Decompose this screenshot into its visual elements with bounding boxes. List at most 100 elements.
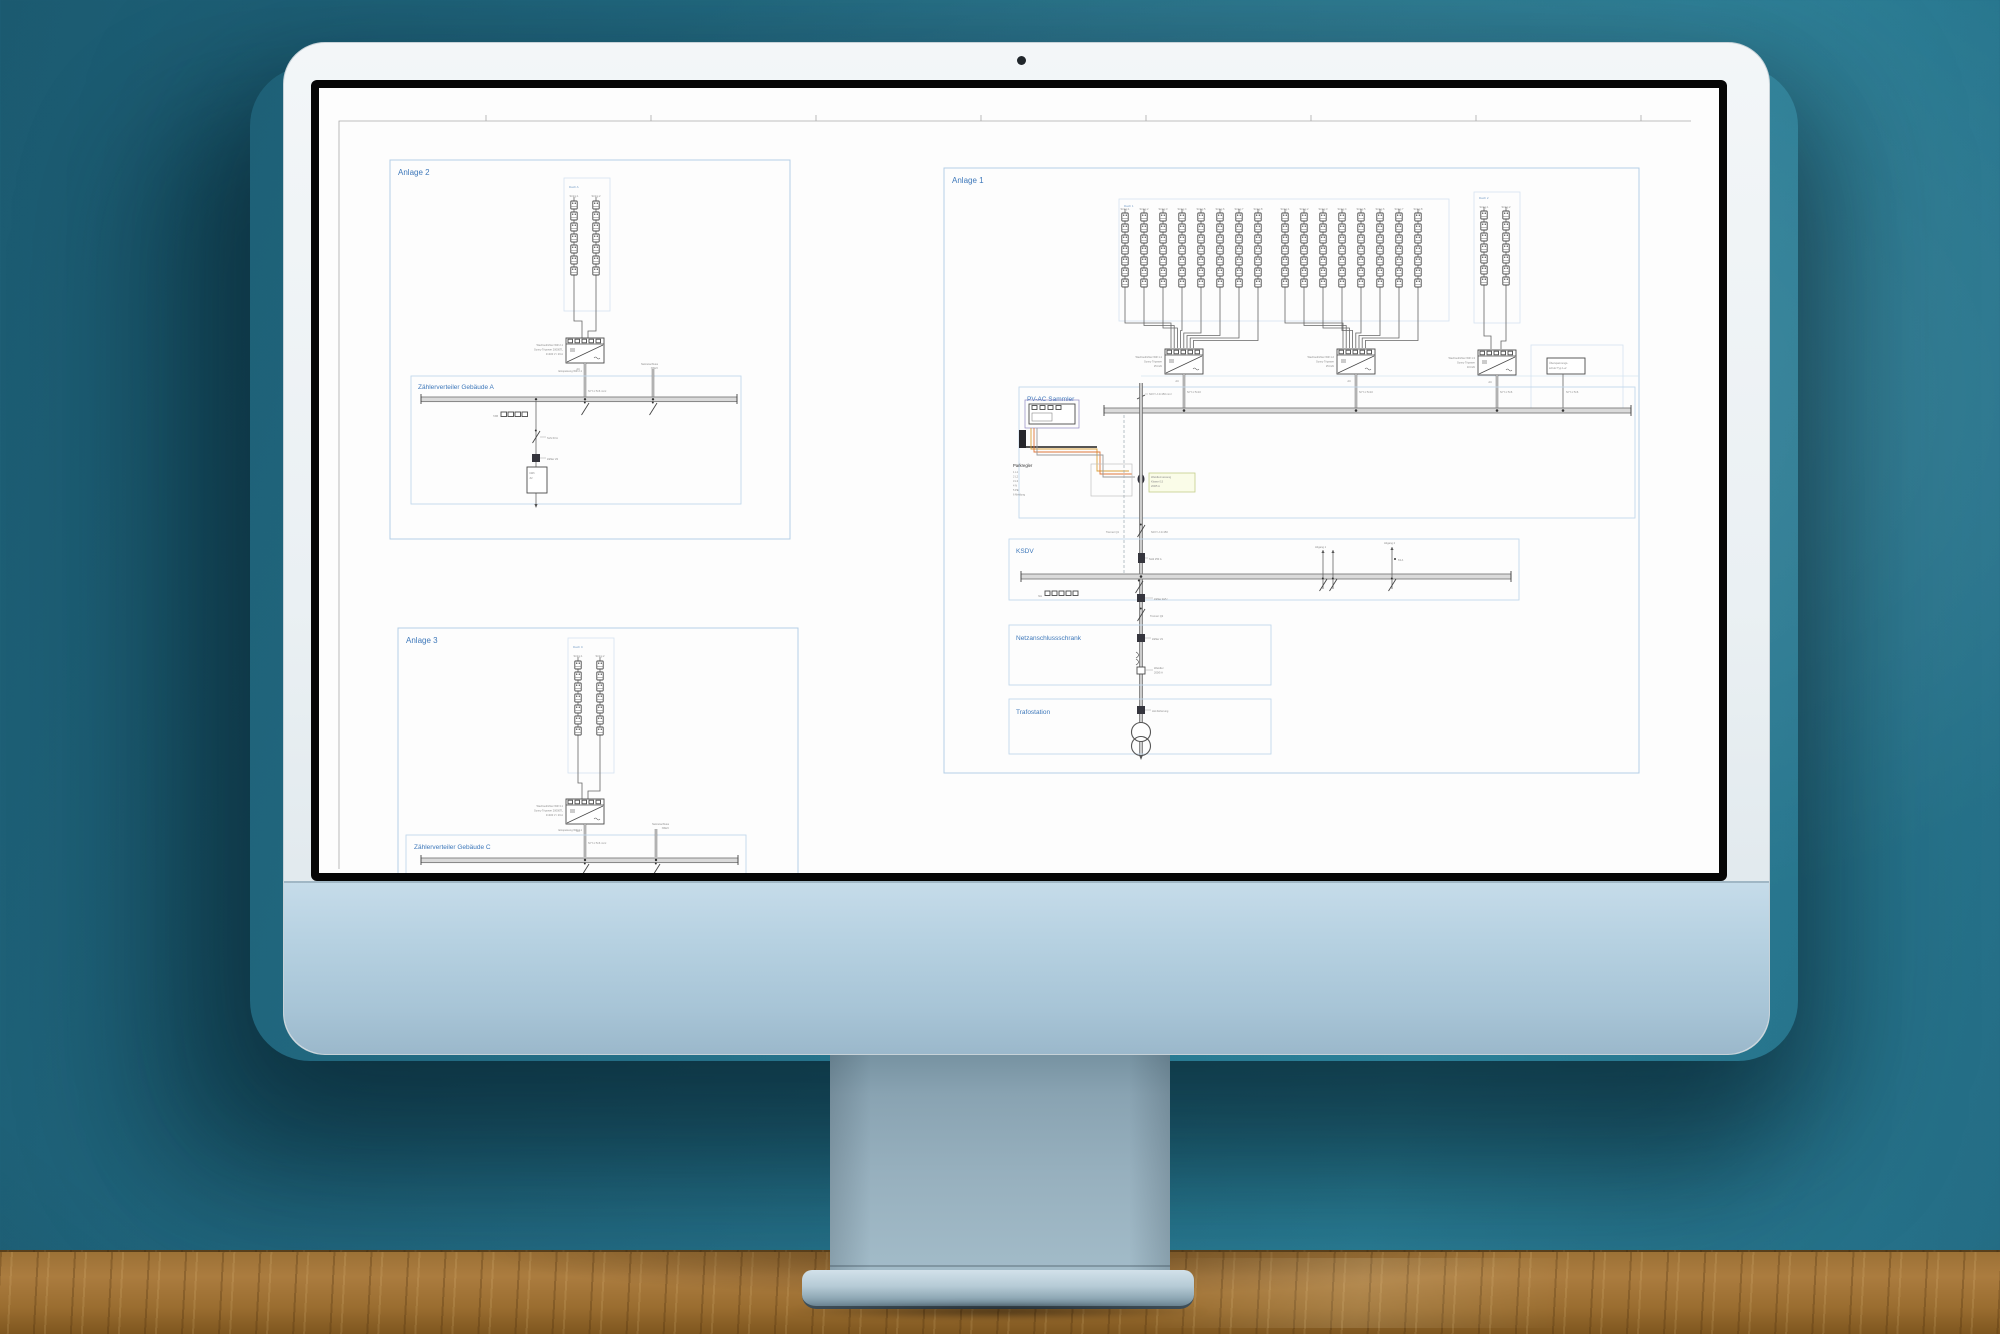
ksdv-taps: Abgang 1 Abgang 2 63 A — [1315, 541, 1403, 591]
surge-protection-note: Überspannungs- schutz Typ 1+2 NYY-J 5×6 — [1547, 358, 1585, 408]
anlage-2-section: Anlage 2 Dach A String 1 String 2 Wechse… — [390, 160, 790, 539]
feed-label: Einspeisung WR 2.1 — [559, 369, 583, 373]
device-label: Parkregler — [1013, 463, 1033, 468]
inverter-label: 3×400 V / 29 A — [546, 813, 563, 817]
string-group-1: String 1 String 2 String 3 String 4 Stri… — [1121, 207, 1263, 348]
svg-text:Trenner Q1: Trenner Q1 — [1106, 530, 1120, 534]
tab-label: TAB — [493, 414, 498, 418]
svg-text:Wechselrichter WR 1.3: Wechselrichter WR 1.3 — [1449, 356, 1476, 360]
grid-label: Netzanschluss — [641, 362, 659, 366]
svg-text:Abgang 2: Abgang 2 — [1384, 541, 1396, 545]
svg-text:200/5 A: 200/5 A — [1154, 671, 1163, 675]
svg-text:Abgang 1: Abgang 1 — [1315, 545, 1327, 549]
ac-cable-label: NYY-J 5×6 mm² — [588, 389, 606, 393]
string-group-3 — [1481, 207, 1509, 349]
zaehlerverteiler-a: Zählerverteiler Gebäude A Einspeisung WR… — [411, 362, 741, 508]
inverter-label: Sunny Tripower 20000TL — [534, 348, 564, 352]
svg-text:NH: NH — [1038, 594, 1042, 598]
inverter-symbol — [1337, 349, 1375, 374]
grid-label: Netzanschluss — [652, 822, 670, 826]
svg-text:Trenner Q2: Trenner Q2 — [1150, 614, 1164, 618]
pv-ac-sammler: PV-AC Sammler Parkregler 1 L1 2 L2 3 L3 … — [1013, 387, 1635, 518]
desk-light-reflection — [1150, 1258, 1570, 1328]
zv-c-title: Zählerverteiler Gebäude C — [414, 844, 491, 851]
grid-label: NSHV — [662, 826, 669, 830]
svg-text:HH-Sicherung: HH-Sicherung — [1152, 709, 1169, 713]
svg-text:2 L2: 2 L2 — [1013, 475, 1019, 479]
svg-text:10 kVA: 10 kVA — [1467, 365, 1475, 369]
pv-string-chains — [571, 197, 599, 338]
svg-text:Klasse 0,5: Klasse 0,5 — [1151, 480, 1164, 484]
svg-text:Wandlermessung: Wandlermessung — [1151, 475, 1172, 479]
webcam-dot — [1017, 56, 1026, 65]
stand-foot-shadow — [786, 1303, 1210, 1319]
inverter-symbol — [566, 799, 604, 824]
anlage-3-title: Anlage 3 — [406, 636, 438, 645]
inverter-label: Wechselrichter WR 2.1 — [537, 343, 564, 347]
svg-text:NAYY-J 4×150 mm²: NAYY-J 4×150 mm² — [1149, 392, 1172, 396]
svg-text:Wandler: Wandler — [1154, 666, 1164, 670]
trafo-title: Trafostation — [1016, 709, 1050, 716]
zaehlerverteiler-c: Zählerverteiler Gebäude C Einspeisung WR… — [406, 822, 746, 873]
svg-text:3 L3: 3 L3 — [1013, 479, 1019, 483]
ac-cable-label: NYY-J 5×6 mm² — [588, 841, 606, 845]
svg-text:Zähler Z1: Zähler Z1 — [1152, 637, 1164, 641]
svg-text:AC: AC — [1175, 379, 1179, 383]
svg-text:6 Meldung: 6 Meldung — [1013, 493, 1026, 497]
inverter-symbol — [566, 338, 604, 363]
string-group-2: String 1 String 2 String 3 String 4 Stri… — [1281, 207, 1423, 348]
svg-text:Sunny Tripower: Sunny Tripower — [1316, 360, 1334, 364]
feed-label: Einspeisung WR 3.1 — [559, 828, 583, 832]
meter-box-text: kWh — [530, 471, 536, 475]
anlage-3-section: Anlage 3 Dach C String 1 String 2 Wechse… — [398, 628, 798, 873]
svg-text:Sunny Tripower: Sunny Tripower — [1457, 361, 1475, 365]
anlage-2-title: Anlage 2 — [398, 168, 430, 177]
wiring-diagram-svg: Anlage 2 Dach A String 1 String 2 Wechse… — [319, 88, 1719, 873]
svg-text:NH2 250 A: NH2 250 A — [1149, 557, 1162, 561]
svg-text:NYY-J 5×10: NYY-J 5×10 — [1359, 390, 1373, 394]
svg-text:5 PE: 5 PE — [1013, 488, 1019, 492]
svg-text:200/5 A: 200/5 A — [1151, 484, 1160, 488]
netz-title: Netzanschlussschrank — [1016, 635, 1082, 642]
svg-text:AC: AC — [1347, 379, 1351, 383]
roof-label: Dach A — [569, 185, 579, 189]
imac-stand-column — [830, 1049, 1170, 1277]
svg-text:AC: AC — [1488, 380, 1492, 384]
svg-text:Wechselrichter WR 1.2: Wechselrichter WR 1.2 — [1308, 355, 1335, 359]
imac-chin — [284, 881, 1769, 1054]
svg-text:Überspannungs-: Überspannungs- — [1549, 361, 1568, 365]
schematic-canvas: Anlage 2 Dach A String 1 String 2 Wechse… — [319, 88, 1719, 873]
pv-string-chains — [575, 657, 603, 799]
zv-a-title: Zählerverteiler Gebäude A — [418, 384, 495, 391]
pvac-title: PV-AC Sammler — [1027, 396, 1075, 403]
photo-imac-on-desk: { "scene":{"device":"iMac","wall_color":… — [0, 0, 2000, 1332]
inverter-label: 3×400 V / 29 A — [546, 352, 563, 356]
ksdv-section: KSDV NH2 250 A Zähler EVU NH Abgang 1 — [1009, 539, 1519, 602]
meter-label: Zähler Z2 — [547, 457, 559, 461]
svg-text:NAYY-J 4×150: NAYY-J 4×150 — [1151, 530, 1168, 534]
inverter-symbol — [1478, 350, 1516, 375]
svg-text:1 L1: 1 L1 — [1013, 470, 1019, 474]
svg-text:4 N: 4 N — [1013, 484, 1017, 488]
svg-text:Zähler EVU: Zähler EVU — [1154, 597, 1168, 601]
inverter-label: Sunny Tripower 20000TL — [534, 809, 564, 813]
svg-text:NYY-J 5×10: NYY-J 5×10 — [1187, 390, 1201, 394]
switch-label: SLS 63 A — [547, 436, 558, 440]
imac-screen: Anlage 2 Dach A String 1 String 2 Wechse… — [311, 80, 1727, 881]
ksdv-title: KSDV — [1016, 548, 1034, 555]
svg-text:63 A: 63 A — [1398, 558, 1403, 562]
svg-text:25 kVA: 25 kVA — [1326, 364, 1334, 368]
inverter-label: Wechselrichter WR 3.1 — [537, 804, 564, 808]
svg-text:Sunny Tripower: Sunny Tripower — [1144, 360, 1162, 364]
svg-text:schutz Typ 1+2: schutz Typ 1+2 — [1549, 366, 1567, 370]
svg-text:Wechselrichter WR 1.1: Wechselrichter WR 1.1 — [1136, 355, 1163, 359]
anlage-1-title: Anlage 1 — [952, 176, 984, 185]
svg-text:NYY-J 5×6: NYY-J 5×6 — [1500, 390, 1513, 394]
imac-body: Anlage 2 Dach A String 1 String 2 Wechse… — [283, 42, 1770, 1055]
svg-text:NYY-J 5×6: NYY-J 5×6 — [1566, 390, 1579, 394]
roof-label: Dach 2 — [1479, 196, 1489, 200]
inverter-symbol — [1165, 349, 1203, 374]
svg-text:25 kVA: 25 kVA — [1154, 364, 1162, 368]
anlage-1-section: Anlage 1 Dach 1 String 1 String 2 String… — [944, 168, 1639, 773]
roof-label: Dach C — [573, 645, 584, 649]
